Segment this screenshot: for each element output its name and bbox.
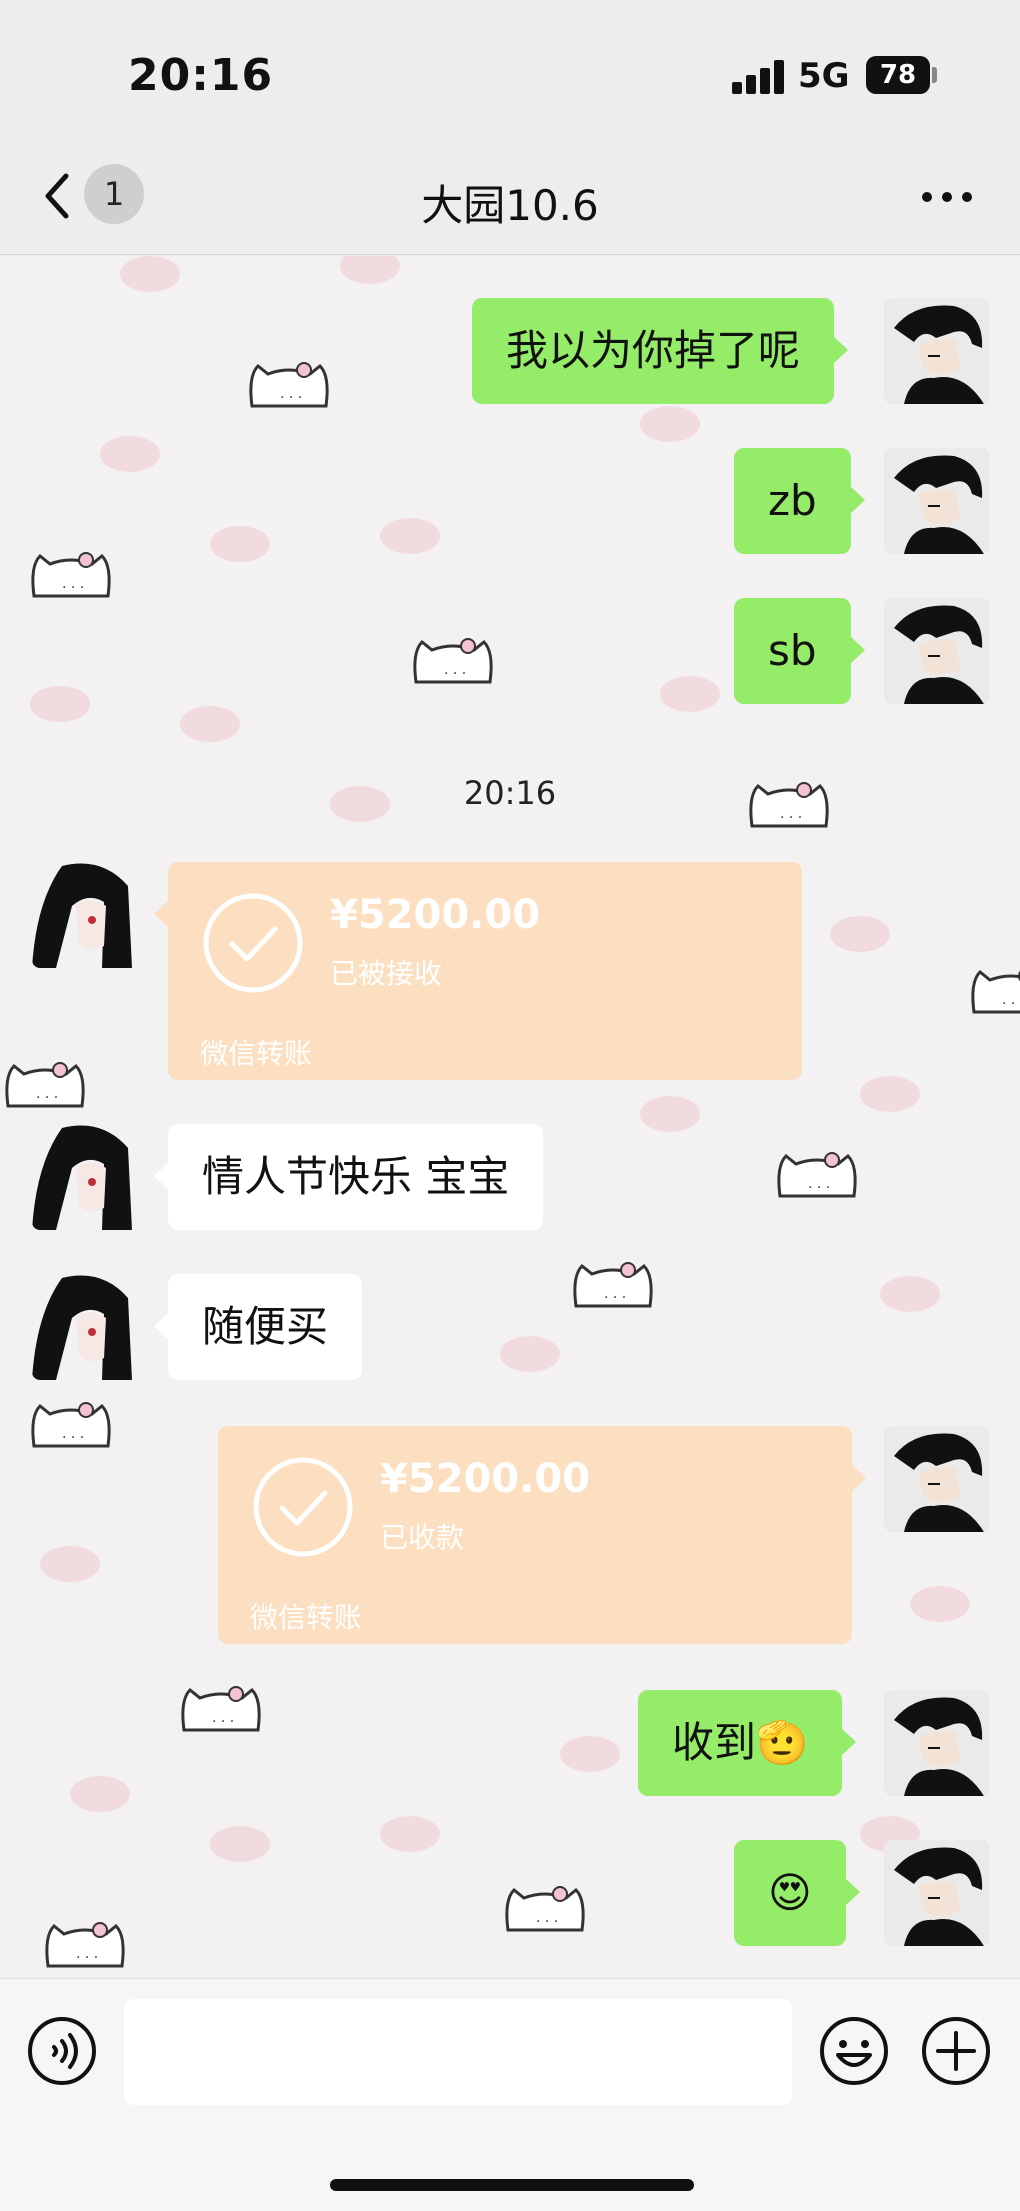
svg-text:. . .: . . . <box>62 576 84 592</box>
wallpaper-blob <box>40 1546 100 1582</box>
kitty-icon: . . . <box>777 1152 857 1198</box>
message-bubble-received[interactable]: 随便买 <box>153 1274 363 1380</box>
svg-text:. . .: . . . <box>1002 992 1020 1008</box>
kitty-icon: . . . <box>573 1262 653 1308</box>
avatar-me[interactable] <box>884 1426 990 1532</box>
signal-icon <box>732 60 788 94</box>
kitty-icon: . . . <box>413 638 493 684</box>
transfer-card-sent[interactable]: ¥5200.00 已收款 微信转账 <box>218 1426 866 1644</box>
transfer-amount: ¥5200.00 <box>330 892 541 938</box>
check-circle-icon <box>203 893 303 993</box>
svg-text:. . .: . . . <box>62 1426 84 1442</box>
svg-text:. . .: . . . <box>808 1176 830 1192</box>
wallpaper-blob <box>120 256 180 292</box>
kitty-icon: . . . <box>45 1922 125 1968</box>
avatar-me[interactable] <box>884 448 990 554</box>
message-bubble-sent[interactable]: 😍 <box>734 1840 860 1946</box>
kitty-icon: . . . <box>181 1686 261 1732</box>
avatar-me[interactable] <box>884 1840 990 1946</box>
chat-title: 大园10.6 <box>421 181 599 230</box>
timestamp-divider: 20:16 <box>463 774 557 812</box>
wallpaper-blob <box>660 676 720 712</box>
transfer-card-received[interactable]: ¥5200.00 已被接收 微信转账 <box>154 862 802 1080</box>
wallpaper-blob <box>30 686 90 722</box>
avatar-me[interactable] <box>884 598 990 704</box>
message-bubble-received[interactable]: 情人节快乐 宝宝 <box>153 1124 544 1230</box>
message-text: 收到 <box>672 1718 757 1767</box>
wallpaper-blob <box>500 1336 560 1372</box>
kitty-icon: . . . <box>971 969 1020 1014</box>
kitty-icon: . . . <box>5 1062 85 1108</box>
transfer-status: 已收款 <box>380 1521 465 1554</box>
wallpaper-blob <box>640 406 700 442</box>
transfer-amount: ¥5200.00 <box>380 1456 591 1502</box>
chat-header: 1 大园10.6 <box>0 140 1020 255</box>
wallpaper-blob <box>910 1586 970 1622</box>
wallpaper-blob <box>830 916 890 952</box>
kitty-icon: . . . <box>505 1886 585 1932</box>
status-time: 20:16 <box>128 50 274 101</box>
wallpaper-blob <box>210 526 270 562</box>
svg-text:. . .: . . . <box>444 662 466 678</box>
wallpaper-blob <box>380 518 440 554</box>
message-list[interactable]: . . . . . . . . . . . . . . . . . . . . … <box>0 256 1020 1978</box>
input-bar <box>0 1978 1020 2211</box>
transfer-status: 已被接收 <box>330 957 443 990</box>
wallpaper-blob <box>70 1776 130 1812</box>
wallpaper-blob <box>880 1276 940 1312</box>
avatar-me[interactable] <box>884 1690 990 1796</box>
message-bubble-sent[interactable]: 我以为你掉了呢 <box>472 298 849 404</box>
salute-emoji: 🫡 <box>756 1718 809 1767</box>
kitty-icon: . . . <box>249 362 329 408</box>
kitty-icon: . . . <box>31 552 111 598</box>
avatar-contact[interactable] <box>32 1124 138 1230</box>
kitty-icon: . . . <box>31 1402 111 1448</box>
avatar-contact[interactable] <box>32 1274 138 1380</box>
battery-icon: 78 <box>866 56 930 94</box>
message-bubble-sent[interactable]: sb <box>734 598 865 704</box>
wallpaper-blob <box>380 1816 440 1852</box>
svg-text:. . .: . . . <box>604 1286 626 1302</box>
smiley-icon[interactable] <box>818 2015 890 2087</box>
svg-text:. . .: . . . <box>212 1710 234 1726</box>
transfer-brand: 微信转账 <box>200 1037 313 1070</box>
message-bubble-sent[interactable]: 收到🫡 <box>638 1690 857 1796</box>
check-circle-icon <box>253 1457 353 1557</box>
status-bar: 20:16 5G 78 <box>0 0 1020 140</box>
message-bubble-sent[interactable]: zb <box>734 448 865 554</box>
svg-text:. . .: . . . <box>280 386 302 402</box>
transfer-brand: 微信转账 <box>250 1601 363 1634</box>
svg-text:. . .: . . . <box>76 1946 98 1962</box>
wallpaper-blob <box>340 256 400 284</box>
svg-text:. . .: . . . <box>36 1086 58 1102</box>
home-indicator[interactable] <box>330 2179 694 2191</box>
plus-icon[interactable] <box>920 2015 992 2087</box>
wallpaper-blob <box>640 1096 700 1132</box>
wallpaper-blob <box>100 436 160 472</box>
svg-text:. . .: . . . <box>536 1910 558 1926</box>
network-type: 5G <box>798 56 850 96</box>
avatar-contact[interactable] <box>32 862 138 968</box>
battery-tip <box>932 67 937 83</box>
wallpaper-blob <box>560 1736 620 1772</box>
more-dots-icon[interactable] <box>922 192 972 204</box>
wallpaper-blob <box>860 1076 920 1112</box>
wallpaper-blob <box>210 1826 270 1862</box>
message-input[interactable] <box>124 1999 792 2105</box>
voice-icon[interactable] <box>26 2015 98 2087</box>
wallpaper-blob <box>180 706 240 742</box>
avatar-me[interactable] <box>884 298 990 404</box>
